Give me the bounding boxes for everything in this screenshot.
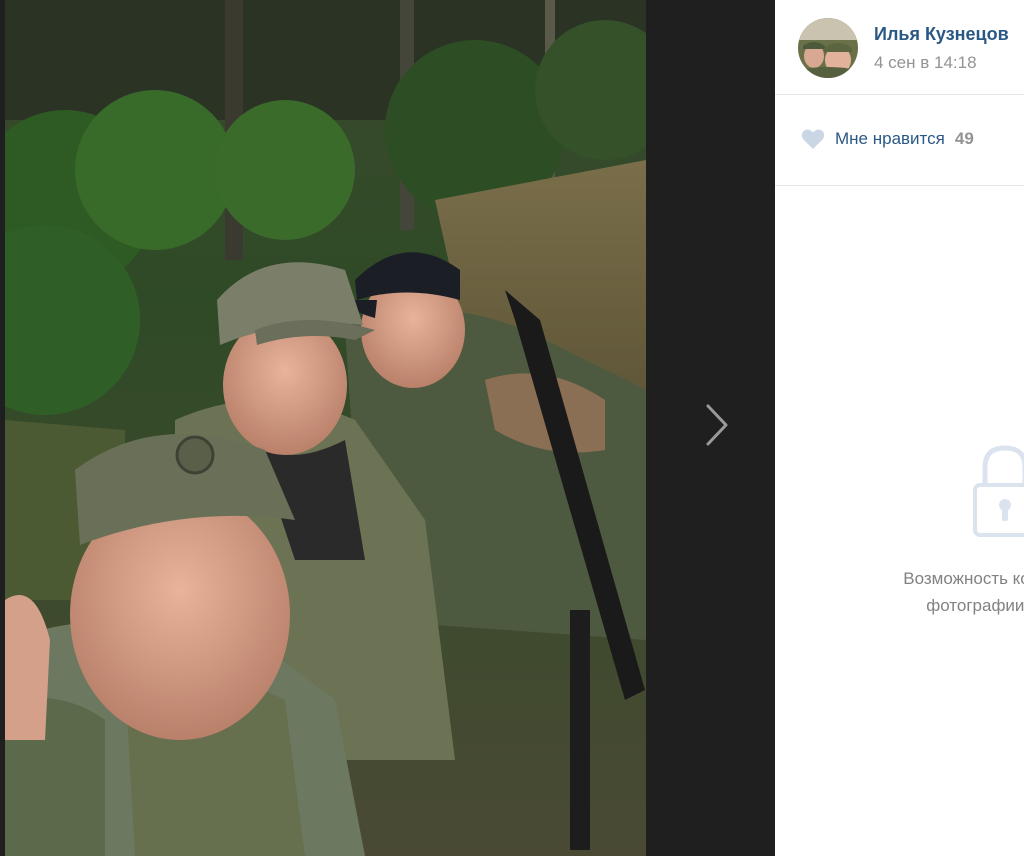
avatar-photo <box>798 18 858 78</box>
photo-viewer <box>0 0 775 856</box>
side-panel: Илья Кузнецов 4 сен в 14:18 Мне нравится… <box>775 0 1024 856</box>
chevron-right-icon <box>706 404 728 446</box>
comments-closed-message: Возможность комментировать фотографии ог… <box>775 565 1024 619</box>
photo-image <box>5 0 646 856</box>
comments-closed-line1: Возможность комментировать <box>903 569 1024 588</box>
avatar[interactable] <box>798 18 858 78</box>
like-button[interactable]: Мне нравится 49 <box>801 126 974 152</box>
next-photo-button[interactable] <box>700 400 734 450</box>
post-date[interactable]: 4 сен в 14:18 <box>874 53 977 73</box>
photo[interactable] <box>5 0 646 856</box>
like-count[interactable]: 49 <box>955 129 974 149</box>
comments-closed-line2: фотографии ограничена <box>926 596 1024 615</box>
author-block: Илья Кузнецов 4 сен в 14:18 <box>775 0 1024 95</box>
like-label: Мне нравится <box>835 129 945 148</box>
lock-icon <box>973 445 1024 537</box>
author-name[interactable]: Илья Кузнецов <box>874 24 1009 45</box>
heart-icon <box>801 129 825 149</box>
